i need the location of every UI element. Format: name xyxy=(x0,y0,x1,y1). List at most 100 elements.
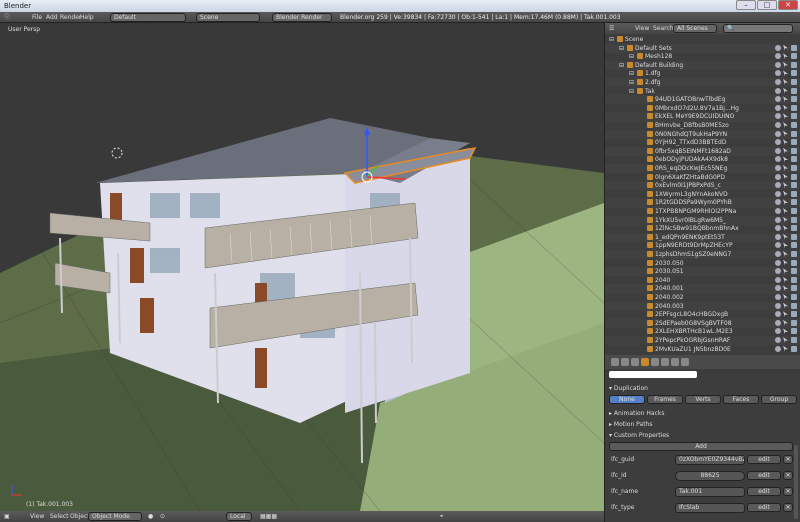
selectable-cursor-icon[interactable] xyxy=(783,225,788,232)
minimize-button[interactable]: – xyxy=(736,0,756,10)
visibility-eye-icon[interactable] xyxy=(775,44,781,51)
renderable-camera-icon[interactable] xyxy=(791,104,797,111)
selectable-cursor-icon[interactable] xyxy=(783,259,788,266)
selectable-cursor-icon[interactable] xyxy=(783,242,788,249)
motion-paths-header[interactable]: ▸ Motion Paths xyxy=(609,420,652,429)
selectable-cursor-icon[interactable] xyxy=(783,96,788,103)
visibility-eye-icon[interactable] xyxy=(775,87,781,94)
visibility-eye-icon[interactable] xyxy=(775,61,781,68)
visibility-eye-icon[interactable] xyxy=(775,311,781,318)
outliner-search-input[interactable]: 🔍 xyxy=(723,24,793,33)
renderable-camera-icon[interactable] xyxy=(791,139,797,146)
visibility-eye-icon[interactable] xyxy=(775,53,781,60)
remove-property-icon[interactable]: ✕ xyxy=(783,487,793,496)
maximize-button[interactable]: □ xyxy=(757,0,777,10)
visibility-eye-icon[interactable] xyxy=(775,182,781,189)
selectable-cursor-icon[interactable] xyxy=(783,79,788,85)
selectable-cursor-icon[interactable] xyxy=(783,268,788,275)
selectable-cursor-icon[interactable] xyxy=(783,104,788,111)
visibility-eye-icon[interactable] xyxy=(775,337,781,343)
visibility-eye-icon[interactable] xyxy=(775,70,781,77)
material-tab-icon[interactable] xyxy=(671,358,679,366)
renderable-camera-icon[interactable] xyxy=(791,44,797,51)
renderable-camera-icon[interactable] xyxy=(791,302,797,309)
visibility-eye-icon[interactable] xyxy=(775,122,781,128)
add-property-button[interactable]: Add xyxy=(609,442,793,451)
selectable-cursor-icon[interactable] xyxy=(783,276,788,283)
menu-add[interactable]: Add xyxy=(46,13,58,22)
visibility-eye-icon[interactable] xyxy=(775,216,781,223)
renderable-camera-icon[interactable] xyxy=(791,122,797,128)
renderable-camera-icon[interactable] xyxy=(791,337,797,343)
visibility-eye-icon[interactable] xyxy=(775,113,781,120)
renderable-camera-icon[interactable] xyxy=(791,182,797,189)
selectable-cursor-icon[interactable] xyxy=(783,294,788,300)
renderable-camera-icon[interactable] xyxy=(791,208,797,214)
selectable-cursor-icon[interactable] xyxy=(783,122,788,128)
selectable-cursor-icon[interactable] xyxy=(783,182,788,189)
dup-group-button[interactable]: Group xyxy=(761,395,797,404)
selectable-cursor-icon[interactable] xyxy=(783,311,788,318)
selectable-cursor-icon[interactable] xyxy=(783,70,788,77)
visibility-eye-icon[interactable] xyxy=(775,225,781,232)
selectable-cursor-icon[interactable] xyxy=(783,233,788,240)
selectable-cursor-icon[interactable] xyxy=(783,337,788,343)
renderable-camera-icon[interactable] xyxy=(791,147,797,154)
render-engine-selector[interactable]: Blender Render xyxy=(272,13,332,22)
remove-property-icon[interactable]: ✕ xyxy=(783,471,793,480)
property-value-field[interactable]: 0zXObmYE0Z9344vBZsKh xyxy=(675,455,745,465)
layers-icon[interactable]: ▦▦▦ xyxy=(260,512,277,521)
renderable-camera-icon[interactable] xyxy=(791,259,797,266)
visibility-eye-icon[interactable] xyxy=(775,79,781,85)
shading-icon[interactable]: ● xyxy=(148,512,153,521)
display-mode-selector[interactable]: All Scenes xyxy=(673,24,717,33)
menu-select[interactable]: Select xyxy=(50,512,69,521)
renderable-camera-icon[interactable] xyxy=(791,61,797,68)
scene-selector[interactable]: Scene xyxy=(196,13,260,22)
selectable-cursor-icon[interactable] xyxy=(783,87,788,94)
visibility-eye-icon[interactable] xyxy=(775,294,781,300)
outliner-row[interactable]: 2MvKUaZU1 JN5bnzBD0E xyxy=(605,345,800,354)
selectable-cursor-icon[interactable] xyxy=(783,251,788,257)
visibility-eye-icon[interactable] xyxy=(775,165,781,171)
selectable-cursor-icon[interactable] xyxy=(783,328,788,335)
visibility-eye-icon[interactable] xyxy=(775,173,781,180)
property-edit-button[interactable]: edit xyxy=(747,487,781,496)
renderable-camera-icon[interactable] xyxy=(791,268,797,275)
visibility-eye-icon[interactable] xyxy=(775,190,781,197)
constraints-tab-icon[interactable] xyxy=(651,358,659,366)
visibility-eye-icon[interactable] xyxy=(775,104,781,111)
renderable-camera-icon[interactable] xyxy=(791,311,797,318)
renderable-camera-icon[interactable] xyxy=(791,345,797,352)
renderable-camera-icon[interactable] xyxy=(791,165,797,171)
selectable-cursor-icon[interactable] xyxy=(783,53,788,60)
visibility-eye-icon[interactable] xyxy=(775,328,781,335)
renderable-camera-icon[interactable] xyxy=(791,216,797,223)
custom-properties-header[interactable]: ▾ Custom Properties xyxy=(609,431,669,440)
modifiers-tab-icon[interactable] xyxy=(661,358,669,366)
visibility-eye-icon[interactable] xyxy=(775,96,781,103)
properties-scrollbar[interactable] xyxy=(794,445,798,519)
renderable-camera-icon[interactable] xyxy=(791,294,797,300)
renderable-camera-icon[interactable] xyxy=(791,319,797,326)
visibility-eye-icon[interactable] xyxy=(775,208,781,214)
property-value-field[interactable]: 88625 xyxy=(675,471,745,481)
visibility-eye-icon[interactable] xyxy=(775,285,781,292)
dup-verts-button[interactable]: Verts xyxy=(685,395,721,404)
visibility-eye-icon[interactable] xyxy=(775,345,781,352)
selectable-cursor-icon[interactable] xyxy=(783,173,788,180)
visibility-eye-icon[interactable] xyxy=(775,139,781,146)
menu-help[interactable]: Help xyxy=(80,13,94,22)
menu-object[interactable]: Object xyxy=(70,512,90,521)
renderable-camera-icon[interactable] xyxy=(791,53,797,60)
selectable-cursor-icon[interactable] xyxy=(783,208,788,214)
selectable-cursor-icon[interactable] xyxy=(783,345,788,352)
dup-none-button[interactable]: None xyxy=(609,395,645,404)
visibility-eye-icon[interactable] xyxy=(775,242,781,249)
property-edit-button[interactable]: edit xyxy=(747,471,781,480)
dup-frames-button[interactable]: Frames xyxy=(647,395,683,404)
visibility-eye-icon[interactable] xyxy=(775,276,781,283)
renderable-camera-icon[interactable] xyxy=(791,96,797,103)
visibility-eye-icon[interactable] xyxy=(775,268,781,275)
snap-icon[interactable]: ⌖ xyxy=(440,512,443,521)
